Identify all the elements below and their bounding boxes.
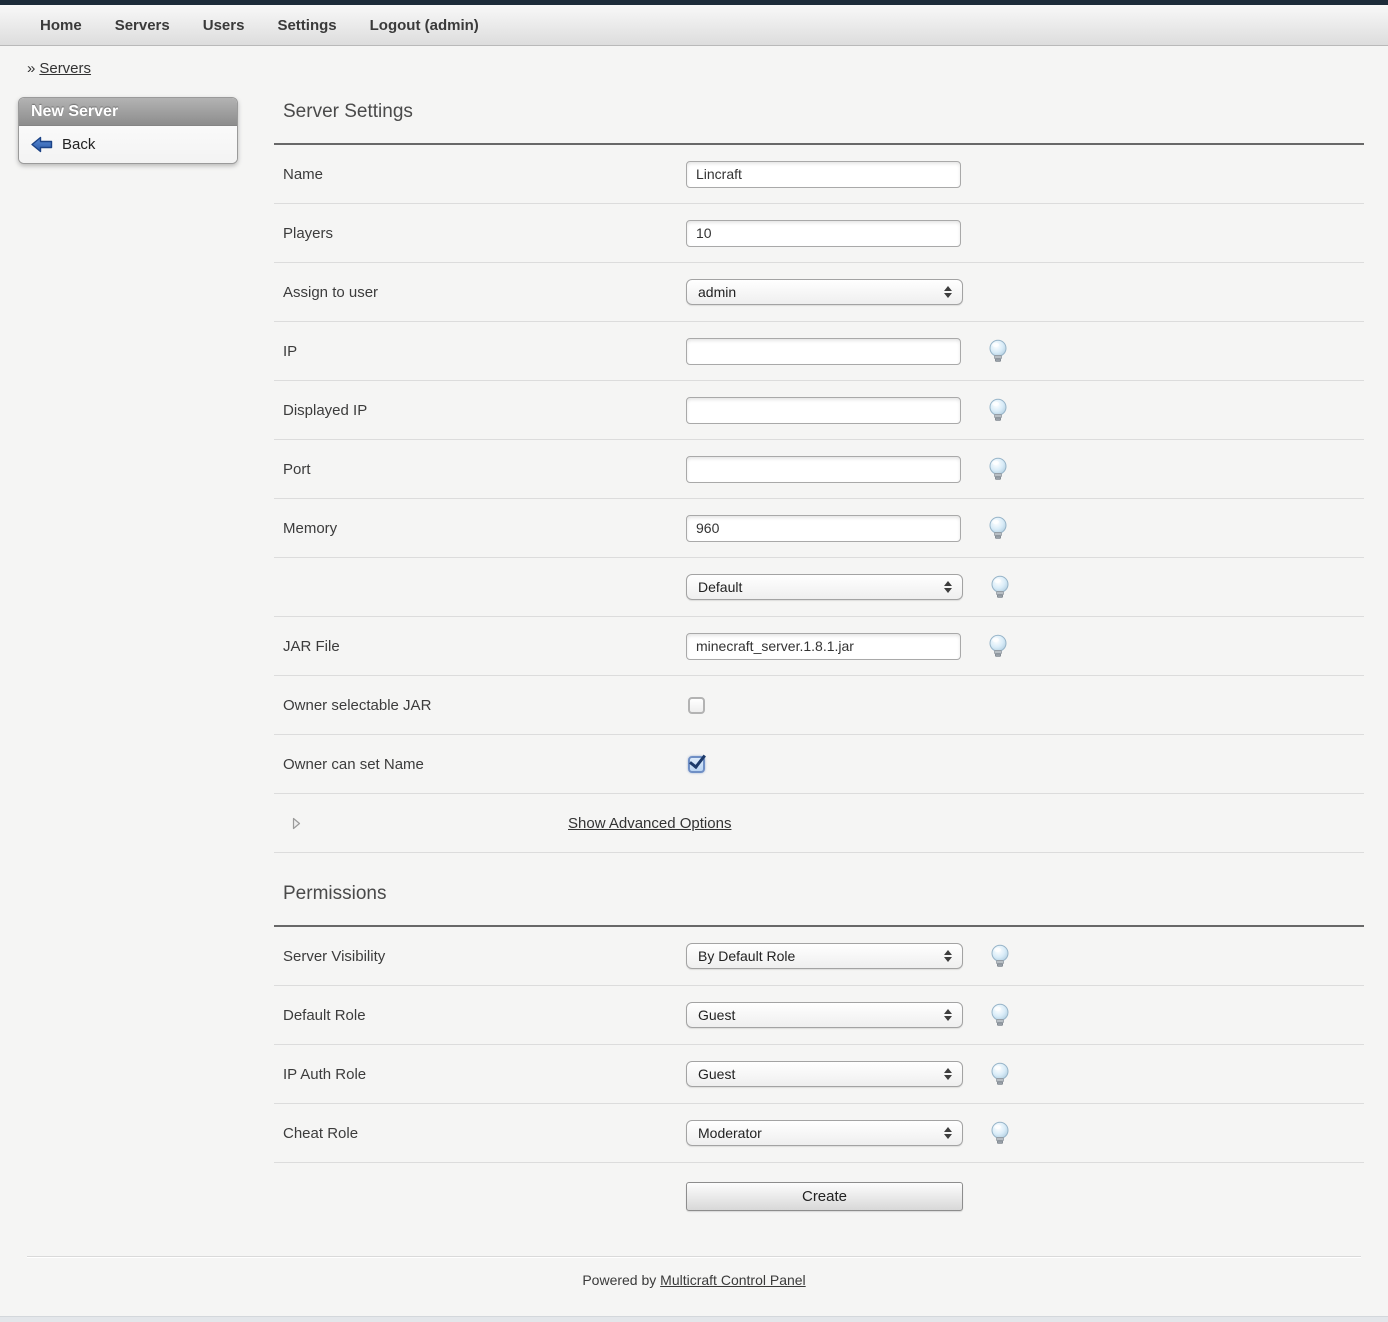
footer: Powered by Multicraft Control Panel: [0, 1272, 1388, 1288]
section-title-permissions: Permissions: [274, 853, 1364, 925]
default-role-value: Guest: [698, 1007, 735, 1023]
form-row-cheat-role: Cheat Role Moderator: [274, 1104, 1364, 1163]
form-row-ip-auth-role: IP Auth Role Guest: [274, 1045, 1364, 1104]
nav-logout[interactable]: Logout (admin): [370, 17, 479, 34]
form-row-memory: Memory: [274, 499, 1364, 558]
name-input[interactable]: [686, 161, 961, 188]
form-row-name: Name: [274, 145, 1364, 204]
players-label: Players: [274, 225, 686, 242]
select-stepper-icon: [944, 1068, 952, 1080]
breadcrumb-link-servers[interactable]: Servers: [39, 60, 91, 77]
assign-to-user-label: Assign to user: [274, 284, 686, 301]
section-title-server-settings: Server Settings: [274, 77, 1364, 143]
bulb-icon: [988, 516, 1008, 540]
back-arrow-icon: [31, 136, 53, 153]
ip-auth-role-value: Guest: [698, 1066, 735, 1082]
ip-label: IP: [274, 343, 686, 360]
triangle-right-icon[interactable]: [292, 817, 301, 830]
owner-selectable-jar-checkbox[interactable]: [688, 697, 705, 714]
owner-can-set-name-checkbox[interactable]: [688, 756, 705, 773]
breadcrumb: »Servers: [27, 60, 1388, 77]
bulb-icon: [990, 1003, 1010, 1027]
cheat-role-value: Moderator: [698, 1125, 762, 1141]
select-stepper-icon: [944, 581, 952, 593]
select-stepper-icon: [944, 950, 952, 962]
default-role-label: Default Role: [274, 1007, 686, 1024]
ip-input[interactable]: [686, 338, 961, 365]
nav-servers[interactable]: Servers: [115, 17, 170, 34]
multicraft-link[interactable]: Multicraft Control Panel: [660, 1272, 806, 1288]
ip-auth-role-label: IP Auth Role: [274, 1066, 686, 1083]
assign-to-user-value: admin: [698, 284, 736, 300]
server-visibility-select[interactable]: By Default Role: [686, 943, 963, 969]
jar-file-input[interactable]: [686, 633, 961, 660]
bulb-icon: [990, 944, 1010, 968]
owner-can-set-name-label: Owner can set Name: [274, 756, 686, 773]
displayed-ip-input[interactable]: [686, 397, 961, 424]
form-row-displayed-ip: Displayed IP: [274, 381, 1364, 440]
bulb-icon: [988, 339, 1008, 363]
bulb-icon: [990, 1121, 1010, 1145]
powered-by-text: Powered by: [582, 1272, 656, 1288]
form-row-port: Port: [274, 440, 1364, 499]
assign-to-user-select[interactable]: admin: [686, 279, 963, 305]
form-row-owner-can-set-name: Owner can set Name: [274, 735, 1364, 794]
main-nav: Home Servers Users Settings Logout (admi…: [0, 5, 1388, 46]
memory-policy-value: Default: [698, 579, 742, 595]
back-button[interactable]: Back: [19, 134, 237, 155]
server-visibility-label: Server Visibility: [274, 948, 686, 965]
bulb-icon: [988, 457, 1008, 481]
bulb-icon: [990, 575, 1010, 599]
form-row-assign-to-user: Assign to user admin: [274, 263, 1364, 322]
port-input[interactable]: [686, 456, 961, 483]
form-row-ip: IP: [274, 322, 1364, 381]
nav-home[interactable]: Home: [40, 17, 82, 34]
new-server-panel: New Server Back: [18, 97, 238, 164]
page: Home Servers Users Settings Logout (admi…: [0, 0, 1388, 1322]
breadcrumb-marker: »: [27, 60, 35, 77]
panel-body: Back: [19, 126, 237, 163]
memory-policy-select[interactable]: Default: [686, 574, 963, 600]
form-row-players: Players: [274, 204, 1364, 263]
select-stepper-icon: [944, 1127, 952, 1139]
form-row-create: Create: [274, 1163, 1364, 1229]
ip-auth-role-select[interactable]: Guest: [686, 1061, 963, 1087]
memory-input[interactable]: [686, 515, 961, 542]
default-role-select[interactable]: Guest: [686, 1002, 963, 1028]
form-row-default-role: Default Role Guest: [274, 986, 1364, 1045]
form-row-owner-selectable-jar: Owner selectable JAR: [274, 676, 1364, 735]
select-stepper-icon: [944, 286, 952, 298]
memory-label: Memory: [274, 520, 686, 537]
port-label: Port: [274, 461, 686, 478]
nav-users[interactable]: Users: [203, 17, 245, 34]
bulb-icon: [990, 1062, 1010, 1086]
displayed-ip-label: Displayed IP: [274, 402, 686, 419]
server-visibility-value: By Default Role: [698, 948, 795, 964]
select-stepper-icon: [944, 1009, 952, 1021]
nav-settings[interactable]: Settings: [277, 17, 336, 34]
form-row-server-visibility: Server Visibility By Default Role: [274, 927, 1364, 986]
footer-divider: [27, 1256, 1361, 1257]
panel-title: New Server: [19, 98, 237, 126]
bottom-accent-bar: [0, 1316, 1388, 1322]
jar-file-label: JAR File: [274, 638, 686, 655]
owner-selectable-jar-label: Owner selectable JAR: [274, 697, 686, 714]
name-label: Name: [274, 166, 686, 183]
bulb-icon: [988, 634, 1008, 658]
form-row-jar-file: JAR File: [274, 617, 1364, 676]
create-button[interactable]: Create: [686, 1182, 963, 1211]
cheat-role-label: Cheat Role: [274, 1125, 686, 1142]
form-row-memory-policy: Default: [274, 558, 1364, 617]
cheat-role-select[interactable]: Moderator: [686, 1120, 963, 1146]
bulb-icon: [988, 398, 1008, 422]
players-input[interactable]: [686, 220, 961, 247]
main-content: Server Settings Name Players Assign to u…: [274, 77, 1364, 1229]
back-label: Back: [62, 136, 95, 153]
show-advanced-options-link[interactable]: Show Advanced Options: [568, 815, 731, 832]
form-row-advanced-options: Show Advanced Options: [274, 794, 1364, 853]
